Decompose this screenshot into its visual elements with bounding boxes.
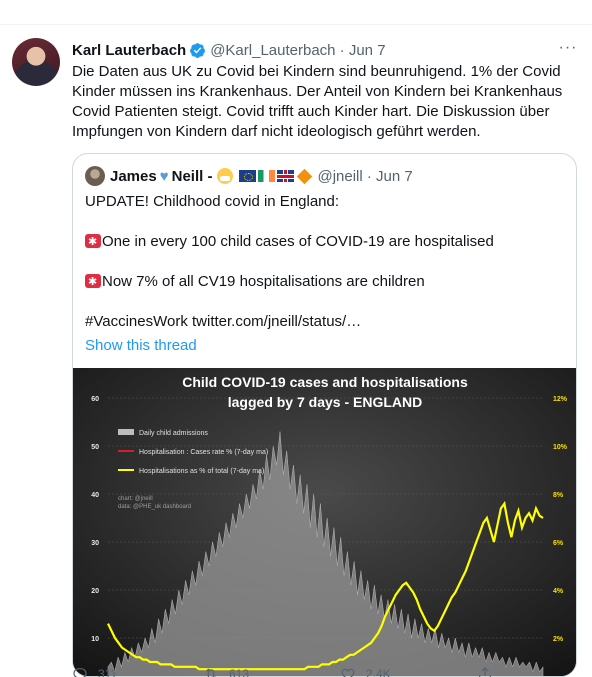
left-tick-label: 40 [91, 492, 99, 499]
blue-heart-icon: ♥ [159, 167, 169, 185]
uk-flag-icon [277, 170, 295, 182]
ireland-flag-icon [258, 170, 276, 182]
chart-image[interactable]: Child COVID-19 cases and hospitalisation… [73, 368, 576, 676]
orange-diamond-icon [297, 168, 313, 184]
like-icon [341, 668, 355, 677]
legend-admissions: Daily child admissions [139, 430, 208, 437]
quoted-author-name-first: James [110, 167, 157, 185]
verified-badge-icon [190, 42, 206, 58]
chart-credit-2: data: @PHE_uk dashboard [118, 504, 191, 510]
right-tick-label: 6% [553, 540, 564, 547]
reply-icon [73, 668, 87, 677]
mask-face-icon [217, 168, 234, 184]
quoted-line-1: UPDATE! Childhood covid in England: [85, 193, 340, 210]
left-tick-label: 30 [91, 540, 99, 547]
quoted-handle-date: @jneill · Jun 7 [317, 167, 413, 185]
legend-swatch-admissions [118, 429, 134, 435]
author-handle-date[interactable]: @Karl_Lauterbach · Jun 7 [210, 42, 385, 59]
retweet-icon [205, 668, 216, 677]
quoted-line-3-text: Now 7% of all CV19 hospitalisations are … [102, 273, 425, 290]
legend-pct: Hospitalisations as % of total (7-day ma… [139, 468, 264, 475]
left-tick-label: 50 [91, 444, 99, 451]
left-tick-label: 20 [91, 588, 99, 595]
siren-icon [85, 272, 101, 292]
like-count: 2.4K [366, 667, 391, 677]
right-tick-label: 10% [553, 444, 568, 451]
retweet-button[interactable]: 613 [203, 666, 249, 677]
author-avatar[interactable] [12, 38, 60, 86]
left-tick-label: 10 [91, 636, 99, 643]
right-tick-label: 2% [553, 636, 564, 643]
eu-flag-icon [239, 170, 257, 182]
tweet-header: Karl Lauterbach @Karl_Lauterbach · Jun 7 [72, 40, 386, 60]
reply-count: 311 [98, 667, 118, 677]
quoted-line-4: #VaccinesWork twitter.com/jneill/status/… [85, 313, 362, 330]
quoted-author-name-last: Neill - [171, 167, 213, 185]
legend-rate: Hospitalisation : Cases rate % (7-day ma… [139, 449, 268, 456]
tweet-actions: 311 613 2.4K [72, 666, 502, 677]
retweet-count: 613 [229, 667, 250, 677]
tweet-text: Die Daten aus UK zu Covid bei Kindern si… [72, 63, 563, 140]
right-tick-label: 4% [553, 588, 564, 595]
chart-credit-1: chart: @jneill [118, 496, 153, 502]
share-button[interactable] [477, 666, 503, 677]
chart-svg: Child COVID-19 cases and hospitalisation… [73, 368, 576, 676]
quoted-line-3: Now 7% of all CV19 hospitalisations are … [85, 272, 425, 292]
reply-button[interactable]: 311 [72, 666, 117, 677]
right-tick-label: 12% [553, 396, 568, 403]
chart-subtitle: lagged by 7 days - ENGLAND [228, 394, 422, 410]
right-tick-label: 8% [553, 492, 564, 499]
chart-title: Child COVID-19 cases and hospitalisation… [182, 374, 468, 390]
like-button[interactable]: 2.4K [340, 666, 391, 677]
top-divider [0, 24, 592, 25]
siren-icon [85, 232, 101, 252]
more-dots-icon[interactable]: ··· [556, 38, 580, 58]
quoted-line-2: One in every 100 child cases of COVID-19… [85, 232, 494, 252]
quoted-tweet-header: James ♥ Neill - @jneill · Jun 7 [85, 166, 413, 186]
author-name[interactable]: Karl Lauterbach [72, 42, 186, 59]
quoted-author-avatar [85, 166, 105, 186]
share-icon [479, 667, 491, 677]
quoted-line-2-text: One in every 100 child cases of COVID-19… [102, 233, 494, 250]
left-tick-label: 60 [91, 396, 99, 403]
show-thread-link[interactable]: Show this thread [85, 337, 197, 354]
quoted-tweet[interactable]: James ♥ Neill - @jneill · Jun 7 UPDATE! … [72, 153, 577, 677]
